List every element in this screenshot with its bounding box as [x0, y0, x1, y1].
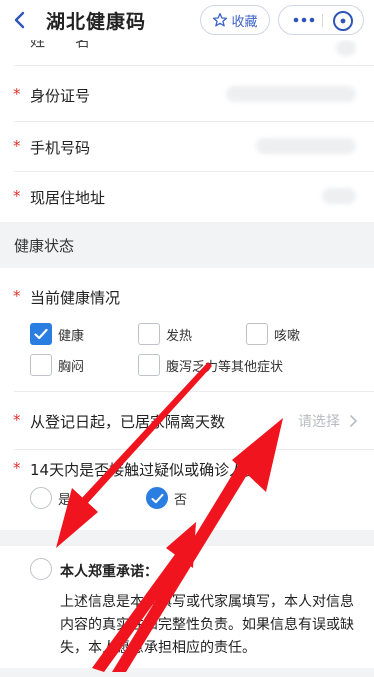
checkbox-chest-tightness[interactable]: 胸闷: [30, 354, 84, 376]
checkbox-box[interactable]: [138, 323, 160, 345]
contact-history-label: 14天内是否接触过疑似或确诊人员: [30, 461, 260, 479]
checkbox-label: 腹泻乏力等其他症状: [166, 359, 284, 375]
checkbox-label: 发热: [166, 328, 193, 344]
radio-contact-no[interactable]: 否: [146, 487, 187, 509]
phone-value-blurred: [256, 138, 356, 154]
current-health-group: * 当前健康情况 健康 发热 咳嗽 胸闷 腹泻乏力等其他症状: [0, 268, 374, 392]
required-mark: *: [13, 187, 21, 205]
checkbox-label: 胸闷: [58, 359, 85, 375]
checkbox-cough[interactable]: 咳嗽: [246, 323, 300, 345]
quarantine-days-label: 从登记日起，已居家隔离天数: [30, 413, 226, 431]
checkbox-fever[interactable]: 发热: [138, 323, 192, 345]
checkbox-box[interactable]: [30, 354, 52, 376]
checkbox-label: 健康: [58, 328, 85, 344]
address-row[interactable]: * 现居住地址: [0, 172, 374, 222]
required-mark: *: [13, 85, 21, 103]
checkbox-box[interactable]: [30, 323, 52, 345]
radio-label: 是: [58, 492, 72, 508]
checkbox-other-symptoms[interactable]: 腹泻乏力等其他症状: [138, 354, 283, 376]
required-mark: *: [13, 411, 21, 429]
checkmark-icon: [34, 328, 48, 340]
mini-program-capsule: [278, 5, 364, 35]
bottom-spacer: [0, 668, 374, 677]
page-title: 湖北健康码: [46, 11, 147, 33]
section-spacer: [0, 530, 374, 546]
address-label: 现居住地址: [30, 189, 106, 207]
radio-circle[interactable]: [30, 558, 52, 580]
id-number-row[interactable]: * 身份证号: [0, 66, 374, 122]
checkmark-icon: [150, 493, 164, 503]
name-value-blurred: [336, 40, 356, 56]
checkbox-box[interactable]: [138, 354, 160, 376]
checkbox-healthy[interactable]: 健康: [30, 323, 84, 345]
radio-label: 否: [174, 492, 188, 508]
more-dots-icon: [293, 17, 315, 23]
radio-circle[interactable]: [30, 487, 52, 509]
required-mark: *: [13, 459, 21, 477]
chevron-right-icon: [350, 415, 358, 427]
app-header: 湖北健康码 收藏: [0, 0, 374, 40]
quarantine-days-select[interactable]: 请选择: [298, 411, 340, 431]
promise-label: 本人郑重承诺：: [60, 564, 158, 580]
promise-agree-radio[interactable]: [30, 558, 52, 580]
contact-history-group: * 14天内是否接触过疑似或确诊人员 是 否: [0, 450, 374, 530]
id-number-label: 身份证号: [30, 87, 91, 105]
favorite-label: 收藏: [231, 14, 258, 30]
promise-text: 上述信息是本人填写或代家属填写，本人对信息内容的真实性和完整性负责。如果信息有误…: [60, 594, 354, 656]
star-icon: [213, 13, 228, 27]
required-mark: *: [13, 137, 21, 155]
close-circle-icon: [333, 11, 353, 31]
quarantine-days-row[interactable]: * 从登记日起，已居家隔离天数 请选择: [0, 392, 374, 450]
radio-contact-yes[interactable]: 是: [30, 487, 71, 509]
health-section-header: 健康状态: [0, 222, 374, 268]
radio-circle[interactable]: [146, 487, 168, 509]
back-button[interactable]: [6, 6, 34, 34]
checkbox-box[interactable]: [246, 323, 268, 345]
phone-row[interactable]: * 手机号码: [0, 122, 374, 172]
id-number-value-blurred: [226, 86, 356, 102]
address-value-blurred: [322, 188, 356, 204]
more-button[interactable]: [289, 6, 319, 34]
close-button[interactable]: [331, 9, 355, 33]
health-section-title: 健康状态: [14, 237, 75, 255]
chevron-left-icon: [14, 11, 25, 29]
favorite-button[interactable]: 收藏: [200, 5, 270, 35]
checkbox-label: 咳嗽: [274, 328, 301, 344]
current-health-label: 当前健康情况: [30, 289, 121, 307]
capsule-divider: [322, 14, 323, 27]
required-mark: *: [13, 287, 21, 305]
phone-label: 手机号码: [30, 139, 91, 157]
